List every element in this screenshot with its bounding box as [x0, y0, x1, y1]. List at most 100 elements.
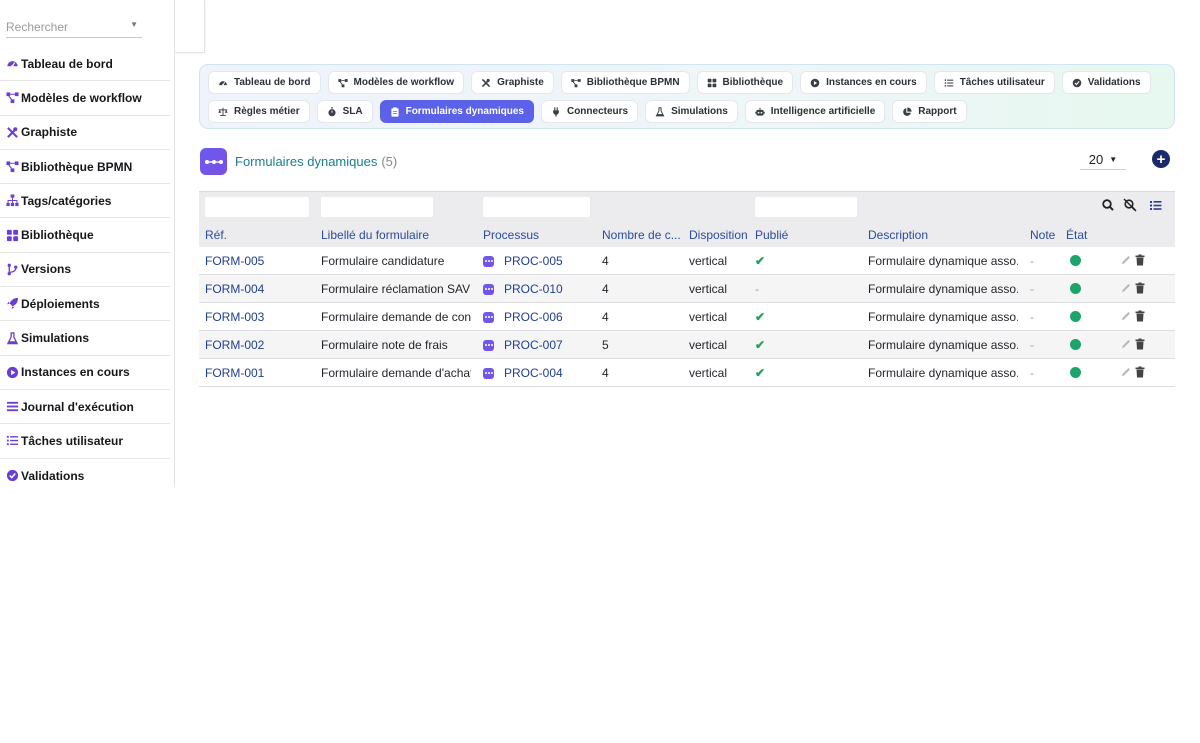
- flask-icon: [6, 331, 19, 345]
- cell-ref[interactable]: FORM-003: [205, 310, 305, 324]
- table-row[interactable]: FORM-004 Formulaire réclamation SAV PROC-0…: [199, 275, 1175, 303]
- sidebar-item-3[interactable]: Bibliothèque BPMN: [0, 150, 170, 185]
- sidebar-item-1[interactable]: Modèles de workflow: [0, 81, 170, 116]
- table-row[interactable]: FORM-001 Formulaire demande d'achat PROC-0…: [199, 359, 1175, 387]
- gauge-icon: [6, 57, 19, 70]
- tab-label: SLA: [342, 106, 363, 117]
- sidebar-item-5[interactable]: Bibliothèque: [0, 218, 170, 253]
- col-label[interactable]: Libellé du formulaire: [321, 228, 471, 242]
- col-description[interactable]: Description: [868, 228, 988, 242]
- filter-published[interactable]: [755, 197, 857, 217]
- search-icon[interactable]: [1101, 198, 1115, 212]
- sidebar-item-7[interactable]: Déploiements: [0, 287, 170, 322]
- sidebar-item-11[interactable]: Tâches utilisateur: [0, 424, 170, 459]
- search-input[interactable]: [6, 14, 126, 34]
- col-layout[interactable]: Disposition: [689, 228, 749, 242]
- col-published[interactable]: Publié: [755, 228, 815, 242]
- cell-ref[interactable]: FORM-002: [205, 338, 305, 352]
- tab-row2-4[interactable]: Simulations: [645, 100, 738, 123]
- delete-icon[interactable]: [1134, 366, 1146, 378]
- col-field-count[interactable]: Nombre de c...: [602, 228, 680, 242]
- tab-row1-4[interactable]: Bibliothèque: [696, 71, 794, 94]
- process-link[interactable]: PROC-007: [504, 338, 563, 352]
- process-link[interactable]: PROC-010: [504, 282, 563, 296]
- tab-row2-1[interactable]: SLA: [316, 100, 373, 123]
- tab-row1-0[interactable]: Tableau de bord: [208, 71, 321, 94]
- tab-row2-0[interactable]: Règles métier: [208, 100, 310, 123]
- cell-process[interactable]: PROC-006: [483, 310, 593, 324]
- column-list-icon[interactable]: [1149, 198, 1163, 212]
- cell-process[interactable]: PROC-005: [483, 254, 593, 268]
- tab-row1-7[interactable]: Validations: [1061, 71, 1151, 94]
- table-row[interactable]: FORM-003 Formulaire demande de con... PROC…: [199, 303, 1175, 331]
- add-button[interactable]: +: [1152, 150, 1170, 168]
- filter-ref[interactable]: [205, 197, 309, 217]
- page-size-value: 20: [1088, 152, 1104, 167]
- stopwatch-icon: [327, 106, 337, 117]
- col-status[interactable]: État: [1066, 228, 1096, 242]
- col-note[interactable]: Note: [1030, 228, 1060, 242]
- plug-icon: [551, 106, 561, 117]
- clear-search-icon[interactable]: [1123, 198, 1137, 212]
- tab-row2-6[interactable]: Rapport: [892, 100, 967, 123]
- rocket-icon: [6, 297, 19, 310]
- sidebar-item-2[interactable]: Graphiste: [0, 116, 170, 150]
- filter-process[interactable]: [483, 197, 590, 217]
- tab-row1-2[interactable]: Graphiste: [471, 71, 554, 94]
- delete-icon[interactable]: [1134, 254, 1146, 266]
- cell-ref[interactable]: FORM-005: [205, 254, 305, 268]
- sidebar-item-8[interactable]: Simulations: [0, 321, 170, 356]
- cell-process[interactable]: PROC-007: [483, 338, 593, 352]
- check-circle-icon: [1072, 78, 1082, 88]
- tab-row1-5[interactable]: Instances en cours: [800, 71, 927, 94]
- sidebar-item-0[interactable]: Tableau de bord: [0, 47, 170, 82]
- process-link[interactable]: PROC-004: [504, 366, 563, 380]
- tab-label: Formulaires dynamiques: [405, 106, 524, 117]
- tab-row1-6[interactable]: Tâches utilisateur: [933, 71, 1055, 94]
- status-dot: [1070, 311, 1081, 322]
- search-panel-edge: [175, 0, 205, 53]
- cell-field-count: 4: [602, 366, 609, 380]
- sidebar-item-12[interactable]: Validations: [0, 459, 170, 493]
- flask-icon: [655, 106, 665, 117]
- process-link[interactable]: PROC-005: [504, 254, 563, 268]
- sidebar-item-4[interactable]: Tags/catégories: [0, 184, 170, 219]
- tab-row2-5[interactable]: Intelligence artificielle: [744, 100, 886, 123]
- tab-label: Modèles de workflow: [353, 77, 455, 88]
- tab-row1-1[interactable]: Modèles de workflow: [327, 71, 465, 94]
- scale-icon: [218, 107, 228, 117]
- tab-row2-2[interactable]: Formulaires dynamiques: [379, 100, 534, 123]
- sidebar-item-9[interactable]: Instances en cours: [0, 356, 170, 390]
- delete-icon[interactable]: [1134, 310, 1146, 322]
- edit-icon[interactable]: [1120, 366, 1132, 378]
- col-process[interactable]: Processus: [483, 228, 583, 242]
- cell-ref[interactable]: FORM-001: [205, 366, 305, 380]
- sidebar-item-10[interactable]: Journal d'exécution: [0, 390, 170, 425]
- forms-table: Réf. Libellé du formulaire Processus Nom…: [199, 191, 1175, 387]
- cell-process[interactable]: PROC-010: [483, 282, 593, 296]
- delete-icon[interactable]: [1134, 282, 1146, 294]
- search-box[interactable]: ▼: [6, 14, 142, 38]
- caret-down-icon[interactable]: ▼: [130, 20, 138, 29]
- table-row[interactable]: FORM-002 Formulaire note de frais PROC-007…: [199, 331, 1175, 359]
- edit-icon[interactable]: [1120, 310, 1132, 322]
- cell-published: -: [755, 282, 759, 296]
- page-size-select[interactable]: 20 ▼: [1080, 150, 1126, 170]
- grid-icon: [6, 229, 19, 242]
- table-row[interactable]: FORM-005 Formulaire candidature PROC-005 4 v…: [199, 247, 1175, 275]
- cell-ref[interactable]: FORM-004: [205, 282, 305, 296]
- filter-label[interactable]: [321, 197, 433, 217]
- sidebar-item-6[interactable]: Versions: [0, 253, 170, 288]
- edit-icon[interactable]: [1120, 338, 1132, 350]
- tab-row2-3[interactable]: Connecteurs: [540, 100, 639, 123]
- col-ref[interactable]: Réf.: [205, 228, 305, 242]
- cell-process[interactable]: PROC-004: [483, 366, 593, 380]
- process-link[interactable]: PROC-006: [504, 310, 563, 324]
- tab-row1-3[interactable]: Bibliothèque BPMN: [560, 71, 690, 94]
- cell-field-count: 4: [602, 310, 609, 324]
- status-dot: [1070, 283, 1081, 294]
- cell-description: Formulaire dynamique asso...: [868, 366, 1018, 380]
- edit-icon[interactable]: [1120, 282, 1132, 294]
- edit-icon[interactable]: [1120, 254, 1132, 266]
- delete-icon[interactable]: [1134, 338, 1146, 350]
